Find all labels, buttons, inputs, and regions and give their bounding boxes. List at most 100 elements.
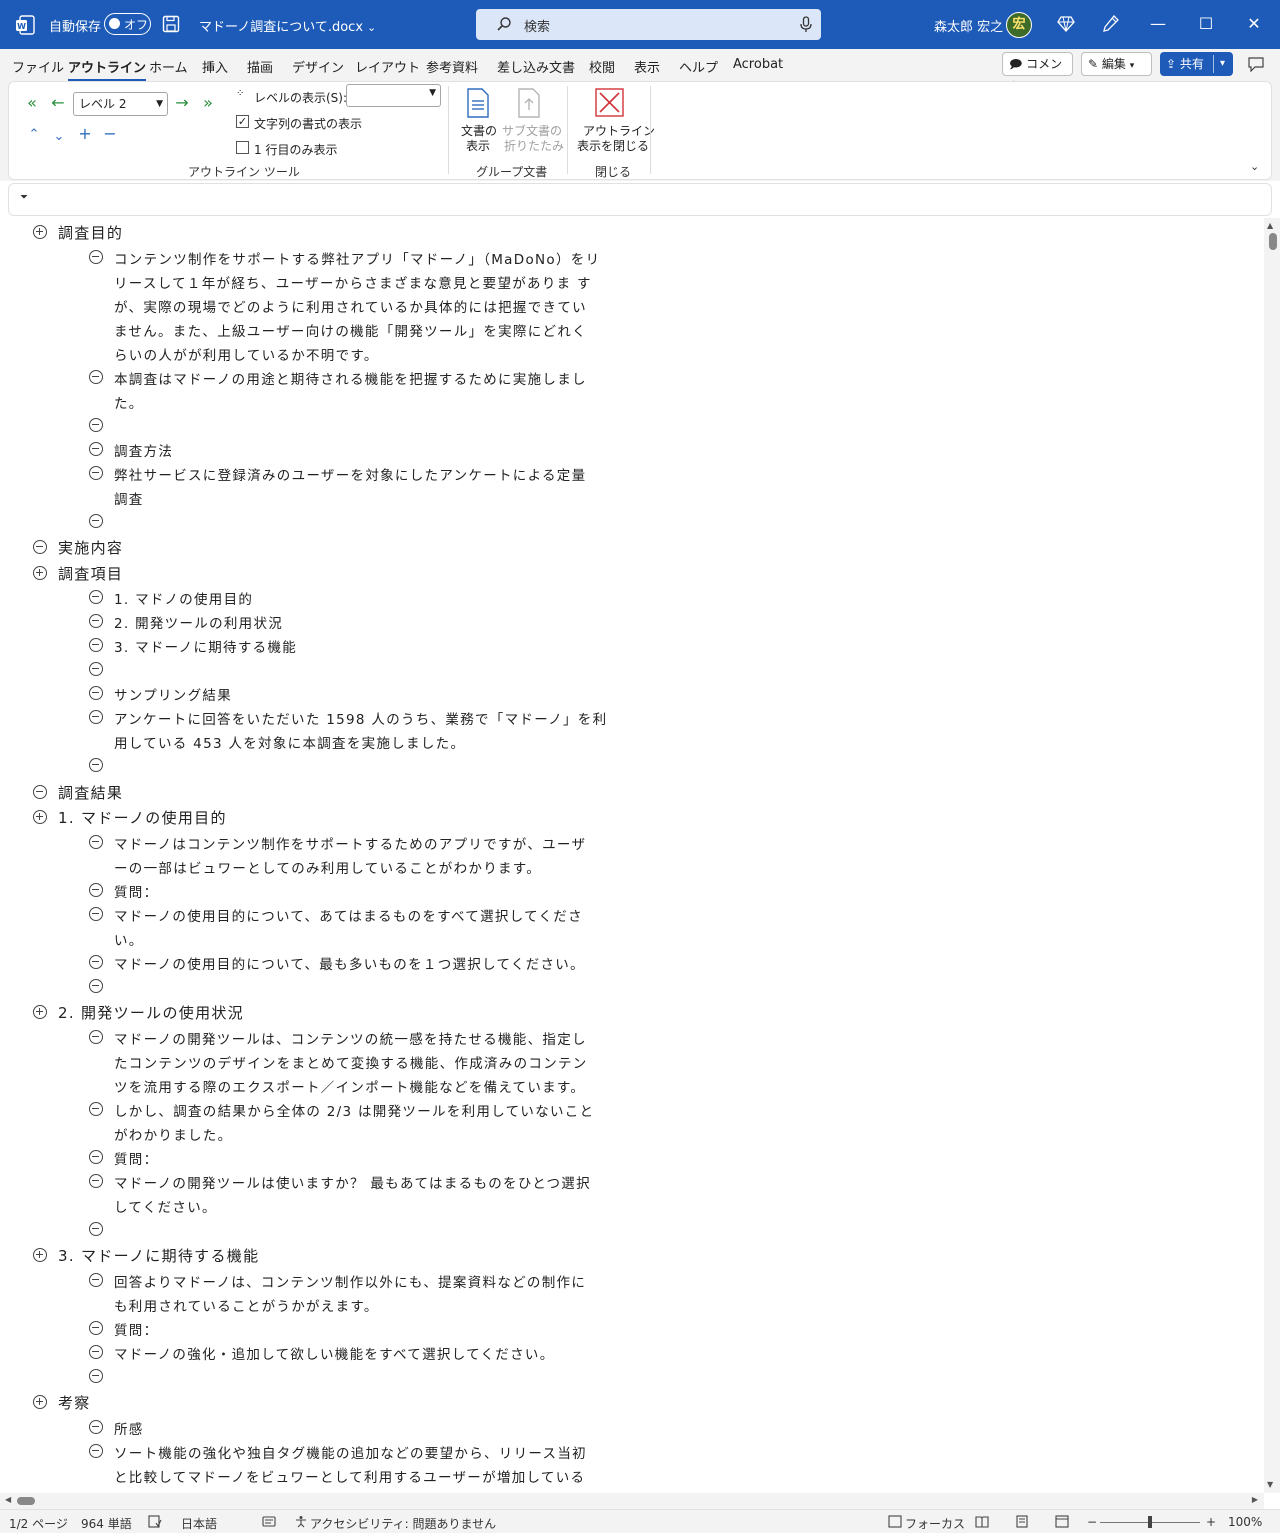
promote-icon[interactable]: ←	[48, 94, 68, 112]
outline-collapse-symbol-icon[interactable]	[89, 417, 103, 432]
outline-collapse-symbol-icon[interactable]	[89, 590, 103, 604]
comment-button[interactable]: 🗩 コメント	[1002, 52, 1073, 93]
outline-expand-symbol-icon[interactable]	[33, 810, 47, 824]
outline-body-text[interactable]: が、実際の現場でどのように利用されているか具体的には把握できてい	[114, 296, 587, 316]
tab-view[interactable]: 表示	[634, 57, 660, 76]
outline-body-text[interactable]: コンテンツ制作をサポートする弊社アプリ「マドーノ」（MaDoNo）をリ	[114, 248, 600, 268]
outline-body-text[interactable]: ツを流用する際のエクスポート／インポート機能などを備えています。	[114, 1076, 585, 1096]
outline-body-text[interactable]: 所感	[114, 1418, 144, 1438]
read-mode-icon[interactable]	[975, 1515, 989, 1528]
horizontal-scrollbar[interactable]: ◀ ▶	[0, 1493, 1264, 1509]
tab-draw[interactable]: 描画	[247, 57, 273, 76]
outline-collapse-symbol-icon[interactable]	[89, 1419, 103, 1434]
outline-collapse-symbol-icon[interactable]	[89, 614, 103, 628]
demote-to-body-icon[interactable]: »	[198, 94, 218, 112]
document-area[interactable]: 調査目的 コンテンツ制作をサポートする弊社アプリ「マドーノ」（MaDoNo）をリリ…	[0, 218, 1264, 1493]
outline-body-text[interactable]: 3. マドーノに期待する機能	[114, 636, 297, 656]
zoom-out-icon[interactable]: −	[1087, 1515, 1097, 1529]
outline-collapse-symbol-icon[interactable]	[33, 540, 47, 554]
customize-toolbar-icon[interactable]: ⏷	[20, 192, 28, 203]
outline-collapse-symbol-icon[interactable]	[33, 784, 47, 799]
outline-collapse-symbol-icon[interactable]	[89, 1368, 103, 1383]
outline-body-text[interactable]: 1. マドノの使用目的	[114, 588, 253, 608]
outline-heading[interactable]: 実施内容	[58, 537, 123, 558]
outline-expand-symbol-icon[interactable]	[33, 565, 47, 580]
outline-body-text[interactable]: らいの人がが利用しているか不明です。	[114, 344, 379, 364]
outline-body-text[interactable]: マドーノの開発ツールは、コンテンツの統一感を持たせる機能、指定し	[114, 1028, 587, 1048]
outline-collapse-symbol-icon[interactable]	[89, 686, 103, 700]
outline-body-text[interactable]: アンケートに回答をいただいた 1598 人のうち、業務で「マドーノ」を利	[114, 708, 607, 728]
zoom-slider-handle[interactable]	[1148, 1516, 1152, 1528]
autosave-toggle[interactable]: オフ	[104, 13, 151, 35]
accessibility-icon[interactable]	[294, 1515, 308, 1528]
move-up-icon[interactable]: ⌃	[24, 126, 44, 144]
tab-help[interactable]: ヘルプ	[679, 57, 718, 76]
outline-body-text[interactable]: してください。	[114, 1196, 217, 1216]
outline-collapse-symbol-icon[interactable]	[89, 954, 103, 969]
chat-icon[interactable]	[1247, 56, 1265, 72]
scroll-down-icon[interactable]: ▼	[1267, 1480, 1273, 1489]
scroll-left-icon[interactable]: ◀	[5, 1495, 11, 1504]
print-layout-icon[interactable]	[1015, 1515, 1029, 1528]
outline-body-text[interactable]: ません。また、上級ユーザー向けの機能「開発ツール」を実際にどれく	[114, 320, 587, 340]
outline-collapse-symbol-icon[interactable]	[89, 906, 103, 921]
outline-body-text[interactable]: マドーノの使用目的について、あてはまるものをすべて選択してくださ	[114, 905, 583, 925]
outline-collapse-symbol-icon[interactable]	[89, 1344, 103, 1359]
outline-body-text[interactable]: たコンテンツのデザインをまとめて変換する機能、作成済みのコンテン	[114, 1052, 588, 1072]
scroll-thumb[interactable]	[17, 1497, 35, 1505]
outline-collapse-symbol-icon[interactable]	[89, 662, 103, 676]
accessibility-status[interactable]: アクセシビリティ: 問題ありません	[310, 1515, 496, 1532]
outline-body-text[interactable]: 質問：	[114, 1148, 158, 1168]
tab-layout[interactable]: レイアウト	[355, 57, 420, 76]
tab-home[interactable]: ホーム	[149, 57, 188, 76]
tab-references[interactable]: 参考資料	[426, 57, 478, 76]
tab-acrobat[interactable]: Acrobat	[733, 57, 783, 72]
outline-expand-symbol-icon[interactable]	[33, 1395, 47, 1409]
demote-icon[interactable]: →	[172, 94, 192, 112]
tab-review[interactable]: 校閲	[589, 57, 615, 76]
outline-body-text[interactable]: ーの一部はビュワーとしてのみ利用していることがわかります。	[114, 857, 541, 877]
outline-collapse-symbol-icon[interactable]	[89, 465, 103, 480]
move-down-icon[interactable]: ⌄	[49, 128, 69, 146]
outline-collapse-symbol-icon[interactable]	[89, 1149, 103, 1164]
save-icon[interactable]	[162, 15, 180, 33]
outline-body-text[interactable]: も利用されていることがうかがえます。	[114, 1295, 379, 1315]
outline-heading[interactable]: 1. マドーノの使用目的	[58, 807, 227, 828]
outline-collapse-symbol-icon[interactable]	[89, 249, 103, 264]
outline-level-select[interactable]: レベル 2 ▼	[73, 92, 168, 116]
outline-collapse-symbol-icon[interactable]	[89, 1101, 103, 1116]
tab-file[interactable]: ファイル	[12, 57, 64, 76]
show-level-select[interactable]: ▼	[346, 84, 441, 107]
outline-collapse-symbol-icon[interactable]	[89, 369, 103, 384]
share-button[interactable]: ⇪ 共有 ▾	[1160, 52, 1233, 76]
outline-collapse-symbol-icon[interactable]	[89, 638, 103, 652]
word-count[interactable]: 964 単語	[81, 1515, 132, 1532]
outline-body-text[interactable]: と比較してマドーノをビュワーとして利用するユーザーが増加している	[114, 1466, 585, 1486]
outline-body-text[interactable]: 2. 開発ツールの利用状況	[114, 612, 283, 632]
outline-body-text[interactable]: 質問：	[114, 1319, 158, 1339]
scroll-right-icon[interactable]: ▶	[1252, 1495, 1258, 1504]
outline-collapse-symbol-icon[interactable]	[89, 1029, 103, 1044]
user-name[interactable]: 森太郎 宏之	[934, 16, 1003, 35]
outline-collapse-symbol-icon[interactable]	[89, 882, 103, 897]
proofing-icon[interactable]	[148, 1515, 162, 1528]
outline-collapse-symbol-icon[interactable]	[89, 758, 103, 772]
outline-body-text[interactable]: い。	[114, 929, 144, 949]
collapse-icon[interactable]: −	[100, 125, 120, 143]
diamond-icon[interactable]	[1057, 15, 1075, 33]
web-layout-icon[interactable]	[1055, 1515, 1069, 1528]
maximize-button[interactable]: ☐	[1196, 14, 1216, 34]
outline-collapse-symbol-icon[interactable]	[89, 441, 103, 456]
outline-collapse-symbol-icon[interactable]	[89, 1320, 103, 1335]
outline-body-text[interactable]: サンプリング結果	[114, 684, 232, 704]
outline-collapse-symbol-icon[interactable]	[89, 1173, 103, 1188]
outline-collapse-symbol-icon[interactable]	[89, 978, 103, 993]
show-document-label-2[interactable]: 表示	[466, 137, 490, 154]
outline-body-text[interactable]: ソート機能の強化や独自タグ機能の追加などの要望から、リリース当初	[114, 1442, 587, 1462]
outline-body-text[interactable]: マドーノの使用目的について、最も多いものを１つ選択してください。	[114, 953, 585, 973]
outline-body-text[interactable]: マドーノの強化・追加して欲しい機能をすべて選択してください。	[114, 1343, 555, 1363]
page-count[interactable]: 1/2 ページ	[9, 1515, 68, 1532]
focus-label[interactable]: フォーカス	[905, 1515, 965, 1532]
outline-body-text[interactable]: がわかりました。	[114, 1124, 232, 1144]
outline-body-text[interactable]: 調査方法	[114, 440, 173, 460]
